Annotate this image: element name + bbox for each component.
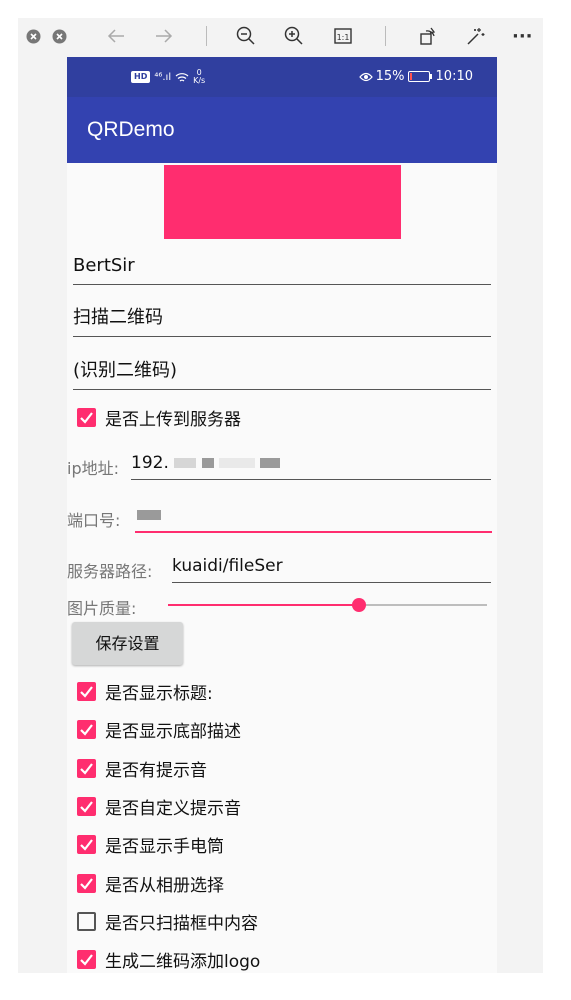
checkbox-label: 是否上传到服务器	[105, 410, 241, 430]
speed-unit: K/s	[193, 76, 206, 85]
checkbox-checked-icon	[77, 873, 96, 893]
port-field: 端口号:	[67, 499, 497, 533]
checkbox-checked-icon	[77, 720, 96, 740]
actual-size-icon[interactable]: 1:1	[334, 24, 352, 48]
server-path-label: 服务器路径:	[67, 562, 153, 581]
option-checkbox-5[interactable]: 是否显示手电筒	[77, 832, 224, 857]
battery-percent: 15%	[375, 69, 405, 84]
app-title: QRDemo	[87, 118, 175, 141]
status-right: 15% 10:10	[358, 69, 473, 84]
slider-fill	[168, 604, 360, 606]
image-viewer-window: 1:1 ··· HD ⁴⁶.ıl 0 K/s 15% 10:10 QRDemo …	[18, 18, 543, 973]
checkbox-checked-icon	[77, 796, 96, 816]
checkbox-label: 是否显示标题:	[105, 684, 213, 704]
hd-badge: HD	[131, 71, 151, 83]
save-settings-button[interactable]: 保存设置	[72, 622, 183, 665]
checkbox-label: 是否显示手电筒	[105, 837, 224, 858]
option-checkbox-1[interactable]: 是否显示标题:	[77, 679, 213, 704]
redacted-block	[137, 510, 161, 520]
checkbox-checked-icon	[77, 758, 96, 778]
option-checkbox-6[interactable]: 是否从相册选择	[77, 871, 224, 896]
qr-code-preview	[164, 165, 401, 239]
back-arrow-icon[interactable]	[106, 24, 126, 48]
eye-icon	[358, 72, 373, 81]
redacted-block	[174, 458, 197, 468]
toolbar-divider	[206, 26, 207, 46]
slider-thumb[interactable]	[352, 598, 367, 612]
option-checkbox-3[interactable]: 是否有提示音	[77, 756, 207, 781]
network-speed: 0 K/s	[193, 69, 205, 85]
server-path-input[interactable]: kuaidi/fileSer	[172, 550, 491, 583]
port-input[interactable]	[135, 499, 492, 533]
checkbox-checked-icon	[77, 408, 96, 427]
checkbox-unchecked-icon	[77, 911, 96, 931]
status-left: HD ⁴⁶.ıl 0 K/s	[131, 69, 205, 85]
redacted-block	[219, 458, 256, 468]
quality-label: 图片质量:	[67, 599, 137, 618]
minimize-window-icon[interactable]	[52, 24, 67, 48]
more-icon[interactable]: ···	[512, 24, 533, 48]
rotate-icon[interactable]	[418, 24, 438, 48]
recognize-text-input[interactable]: (识别二维码)	[73, 353, 491, 390]
checkbox-label: 是否只扫描框中内容	[105, 913, 258, 934]
clock: 10:10	[435, 69, 473, 84]
wifi-icon	[175, 72, 189, 82]
status-bar: HD ⁴⁶.ıl 0 K/s 15% 10:10	[67, 57, 497, 97]
toolbar-divider	[385, 26, 386, 46]
port-label: 端口号:	[67, 511, 121, 530]
forward-arrow-icon[interactable]	[154, 24, 174, 48]
battery-level	[409, 73, 413, 80]
phone-screen: HD ⁴⁶.ıl 0 K/s 15% 10:10 QRDemo BertSir …	[67, 57, 497, 973]
checkbox-checked-icon	[77, 950, 96, 970]
checkbox-label: 是否有提示音	[105, 760, 207, 781]
checkbox-checked-icon	[77, 682, 96, 701]
ip-address-field: ip地址: 192.	[67, 447, 497, 481]
ip-value: 192.	[131, 453, 169, 473]
checkbox-label: 是否显示底部描述	[105, 722, 241, 743]
zoom-in-icon[interactable]	[284, 24, 304, 48]
battery-icon	[407, 71, 432, 82]
redacted-block	[201, 458, 214, 468]
scan-text-input[interactable]: 扫描二维码	[73, 300, 491, 337]
magic-wand-icon[interactable]	[466, 24, 486, 48]
checkbox-label: 是否从相册选择	[105, 875, 224, 896]
option-checkbox-2[interactable]: 是否显示底部描述	[77, 717, 241, 742]
viewer-toolbar: 1:1 ···	[18, 18, 543, 54]
svg-text:1:1: 1:1	[337, 33, 350, 42]
checkbox-label: 生成二维码添加logo	[105, 952, 261, 973]
option-checkbox-7[interactable]: 是否只扫描框中内容	[77, 909, 258, 934]
zoom-out-icon[interactable]	[236, 24, 256, 48]
ip-input[interactable]: 192.	[131, 447, 491, 480]
server-path-field: 服务器路径: kuaidi/fileSer	[67, 550, 497, 584]
close-window-icon[interactable]	[26, 24, 41, 48]
redacted-block	[260, 458, 281, 468]
quality-slider[interactable]	[168, 598, 487, 612]
upload-to-server-checkbox[interactable]: 是否上传到服务器	[77, 405, 241, 430]
quality-label-row: 图片质量:	[67, 590, 167, 624]
title-input[interactable]: BertSir	[73, 248, 491, 285]
ip-label: ip地址:	[67, 459, 119, 478]
signal-icon: ⁴⁶.ıl	[154, 71, 172, 83]
checkbox-checked-icon	[77, 835, 96, 855]
option-checkbox-4[interactable]: 是否自定义提示音	[77, 794, 241, 819]
checkbox-label: 是否自定义提示音	[105, 798, 241, 819]
app-bar: QRDemo	[67, 97, 497, 163]
option-checkbox-8[interactable]: 生成二维码添加logo	[77, 947, 260, 972]
